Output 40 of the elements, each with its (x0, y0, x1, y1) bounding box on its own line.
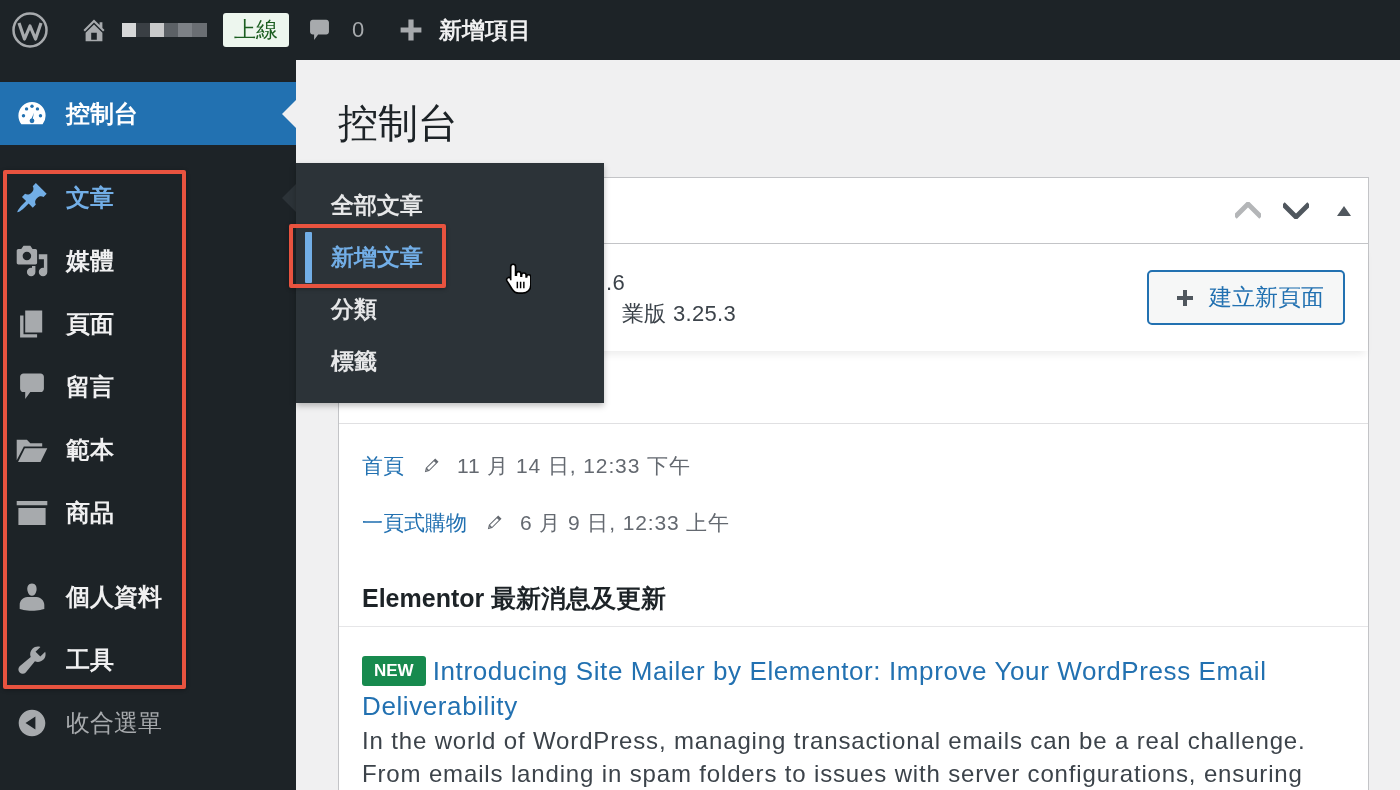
news-article-link[interactable]: NEW Introducing Site Mailer by Elementor: Improve Your WordPress Email Deliverability (362, 654, 1345, 724)
sidebar-menu-item[interactable]: 工具 (0, 628, 296, 691)
chevron-up-icon (1235, 202, 1261, 219)
collapse-menu-button[interactable]: 收合選單 (0, 691, 296, 754)
new-badge: NEW (362, 656, 426, 687)
sidebar-menu-item[interactable]: 媒體 (0, 229, 296, 292)
comments-link[interactable]: 0 (306, 16, 365, 44)
sidebar-menu-item[interactable]: 範本 (0, 418, 296, 481)
pencil-icon (422, 456, 441, 475)
pushpin-icon (15, 180, 49, 215)
submenu-item[interactable]: 分類 (296, 290, 604, 328)
hand-cursor-icon (505, 262, 531, 295)
sidebar-menu-item[interactable]: 商品 (0, 481, 296, 544)
plus-icon (1175, 287, 1195, 308)
new-item-link[interactable]: 新增項目 (398, 14, 532, 46)
logo-icon[interactable] (12, 12, 48, 48)
create-page-button[interactable]: 建立新頁面 (1147, 270, 1345, 325)
page-title: 控制台 (338, 100, 459, 146)
camera-music-icon (15, 243, 49, 278)
chevron-down-icon (1283, 202, 1309, 219)
submenu-item[interactable]: 新增文章 (296, 231, 604, 283)
sidebar-menu-item[interactable]: 頁面 (0, 292, 296, 355)
recent-page-link[interactable]: 首頁 (362, 451, 404, 480)
sidebar-menu-item[interactable]: 個人資料 (0, 565, 296, 628)
recent-page-link[interactable]: 一頁式購物 (362, 508, 467, 537)
version-text: .6 (606, 268, 626, 297)
news-excerpt: In the world of WordPress, managing transactional emails can be a real challenge. From emails landing in spam folders to issues with server configurations, ensuring (362, 726, 1307, 789)
triangle-up-icon (1337, 205, 1351, 216)
version-text: 業版 3.25.3 (621, 299, 736, 328)
sidebar-menu-item[interactable]: 留言 (0, 355, 296, 418)
pencil-icon (485, 513, 504, 532)
sidebar-menu-item[interactable]: 控制台 (0, 82, 296, 145)
submenu-item[interactable]: 全部文章 (296, 186, 604, 224)
live-status-badge: 上線 (223, 13, 289, 47)
sidebar-menu-item[interactable]: 文章 (0, 166, 296, 229)
pixelated-name-drawing[interactable] (122, 22, 207, 38)
edit-date: 11 月 14 日, 12:33 下午 (457, 452, 691, 479)
submenu-item[interactable]: 標籤 (296, 342, 604, 380)
news-heading: Elementor 最新消息及更新 (362, 583, 668, 614)
edit-date: 6 月 9 日, 12:33 上午 (520, 509, 731, 536)
